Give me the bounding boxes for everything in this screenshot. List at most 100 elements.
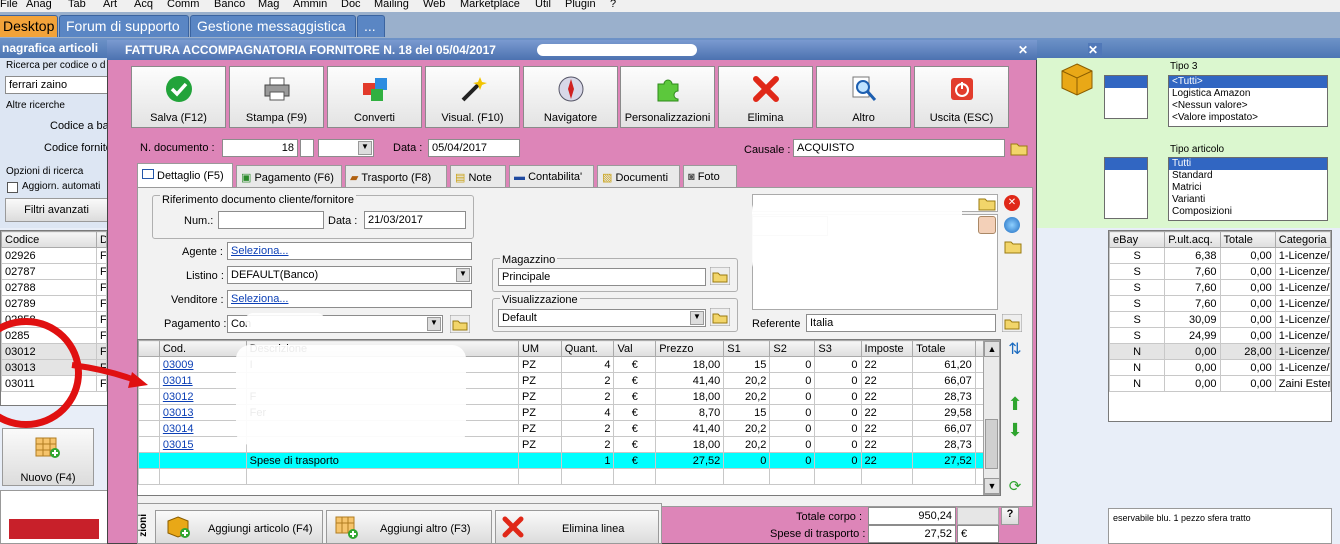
aggiungi-articolo-button[interactable]: Aggiungi articolo (F4) (155, 510, 323, 544)
menu-item-web[interactable]: Web (423, 0, 445, 10)
col-um[interactable]: UM (517, 340, 562, 357)
personalizzazioni-button[interactable]: Personalizzazioni (620, 66, 715, 128)
globe-icon[interactable] (1004, 217, 1020, 233)
chevron-down-icon[interactable]: ▼ (690, 311, 704, 325)
table-row[interactable]: S 7,60 0,00 1-Licenze/ (1109, 263, 1331, 280)
list-item[interactable]: Varianti (1169, 194, 1327, 206)
table-row[interactable]: N 0,00 28,00 1-Licenze/ (1109, 343, 1331, 360)
menu-item-comm[interactable]: Comm (167, 0, 199, 10)
list-item[interactable]: <Tutti> (1169, 76, 1327, 88)
cell-cod[interactable]: 03012 (158, 388, 247, 405)
visualizzazione-select[interactable]: Default ▼ (498, 309, 706, 327)
converti-button[interactable]: Converti (327, 66, 422, 128)
tab-foto[interactable]: ◙ Foto (683, 165, 737, 187)
table-row[interactable]: S 30,09 0,00 1-Licenze/ (1109, 311, 1331, 328)
aggiorn-checkbox[interactable] (7, 182, 18, 193)
col-val[interactable]: Val (613, 340, 657, 357)
menu-item-mailing[interactable]: Mailing (374, 0, 409, 10)
close-icon-bg[interactable]: ✕ (1088, 43, 1102, 57)
filtri-avanzati-button[interactable]: Filtri avanzati (5, 198, 108, 222)
move-top-icon[interactable]: ⇅ (1005, 339, 1025, 359)
menu-item-mag[interactable]: Mag (258, 0, 279, 10)
table-row[interactable]: 02926 F (1, 247, 107, 264)
cell-cod[interactable]: 03015 (158, 436, 247, 453)
causale-input[interactable]: ACQUISTO (793, 139, 1005, 157)
col-categoria[interactable]: Categoria (1274, 231, 1331, 248)
ndoc-series-select[interactable]: ▼ (318, 139, 374, 157)
cell-cod[interactable] (158, 452, 247, 469)
table-row[interactable]: S 7,60 0,00 1-Licenze/ (1109, 295, 1331, 312)
tab-more[interactable]: ... (357, 15, 385, 37)
col-ebay[interactable]: eBay (1109, 231, 1166, 248)
menu-item-file[interactable]: File (0, 0, 18, 10)
table-row[interactable]: Spese di trasporto 1 €27,52 0 0 0 22 27,52 (138, 452, 1000, 469)
col-cod[interactable]: Cod. (158, 340, 247, 357)
col-quant[interactable]: Quant. (560, 340, 615, 357)
folder-icon[interactable] (1010, 139, 1028, 157)
spese-trasporto-value[interactable]: 27,52 (868, 525, 956, 543)
help-button[interactable]: ? (1001, 507, 1019, 525)
tab-forum-supporto[interactable]: Forum di supporto (59, 15, 189, 37)
list-item[interactable]: Tutti (1169, 158, 1327, 170)
scroll-up-icon[interactable]: ▲ (984, 341, 1000, 357)
scroll-down-icon[interactable]: ▼ (984, 478, 1000, 494)
menu-item-art[interactable]: Art (103, 0, 117, 10)
tipo3-list[interactable]: <Tutti> Logistica Amazon <Nessun valore> <V… (1168, 75, 1328, 127)
table-row[interactable]: S 6,38 0,00 1-Licenze/ (1109, 247, 1331, 264)
list-item[interactable]: Matrici (1169, 182, 1327, 194)
folder-icon[interactable] (1004, 237, 1022, 255)
spese-currency[interactable]: € (957, 525, 999, 543)
altro-button[interactable]: Altro (816, 66, 911, 128)
tab-contabilita[interactable]: ▬ Contabilita' (509, 165, 594, 187)
menu-item-anag[interactable]: Anag (26, 0, 52, 10)
ndoc-input[interactable]: 18 (222, 139, 298, 157)
move-down-icon[interactable]: ⬇ (1005, 420, 1025, 440)
col-s3[interactable]: S3 (814, 340, 862, 357)
tab-documenti[interactable]: ▧ Documenti (597, 165, 680, 187)
search-input[interactable]: ferrari zaino (5, 76, 113, 94)
col-imposte[interactable]: Imposte (860, 340, 914, 357)
move-up-icon[interactable]: ⬆ (1005, 394, 1025, 414)
col-d[interactable]: D (96, 231, 107, 248)
col-totale[interactable]: Totale (1219, 231, 1276, 248)
cell-cod[interactable]: 03013 (158, 404, 247, 421)
col-s1[interactable]: S1 (723, 340, 771, 357)
cell-cod[interactable]: 03014 (158, 420, 247, 437)
list-item[interactable]: <Nessun valore> (1169, 100, 1327, 112)
menu-item-tab[interactable]: Tab (68, 0, 86, 10)
magazzino-input[interactable]: Principale (498, 268, 706, 286)
tab-note[interactable]: ▤ Note (450, 165, 506, 187)
table-row[interactable] (138, 468, 1000, 485)
tab-pagamento[interactable]: ▣ Pagamento (F6) (236, 165, 342, 187)
tipo-articolo-list[interactable]: Tutti Standard Matrici Varianti Composizioni (1168, 157, 1328, 221)
data-input[interactable]: 05/04/2017 (428, 139, 520, 157)
package-icon[interactable] (1060, 62, 1094, 96)
elimina-button[interactable]: Elimina (718, 66, 813, 128)
grid-scrollbar[interactable]: ▲ ▼ (983, 340, 1000, 495)
menu-item-acq[interactable]: Acq (134, 0, 153, 10)
venditore-input[interactable]: Seleziona... (227, 290, 472, 308)
close-icon[interactable]: ✕ (1018, 43, 1032, 57)
folder-icon[interactable] (978, 194, 996, 212)
cell-cod[interactable]: 03011 (158, 372, 247, 389)
nuovo-button[interactable]: Nuovo (F4) (2, 428, 94, 486)
folder-icon[interactable] (1001, 313, 1023, 333)
tab-trasporto[interactable]: ▰ Trasporto (F8) (345, 165, 447, 187)
col-codice[interactable]: Codice (1, 231, 97, 248)
visualizza-button[interactable]: Visual. (F10) (425, 66, 520, 128)
folder-icon[interactable] (449, 314, 471, 334)
folder-icon[interactable] (709, 307, 731, 327)
menu-item-doc[interactable]: Doc (341, 0, 361, 10)
menu-item-ammin[interactable]: Ammin (293, 0, 327, 10)
tipo2-list[interactable] (1104, 75, 1148, 119)
tab-desktop[interactable]: Desktop (0, 15, 58, 37)
uscita-button[interactable]: Uscita (ESC) (914, 66, 1009, 128)
menu-item-banco[interactable]: Banco (214, 0, 245, 10)
table-row[interactable]: 02787 F (1, 263, 107, 280)
folder-icon[interactable] (709, 266, 731, 286)
col-prezzo[interactable]: Prezzo (655, 340, 725, 357)
scroll-thumb[interactable] (985, 419, 998, 469)
col-totale[interactable]: Totale (912, 340, 976, 357)
table-row[interactable]: N 0,00 0,00 1-Licenze/ (1109, 359, 1331, 376)
menu-item-[interactable]: ? (610, 0, 616, 10)
